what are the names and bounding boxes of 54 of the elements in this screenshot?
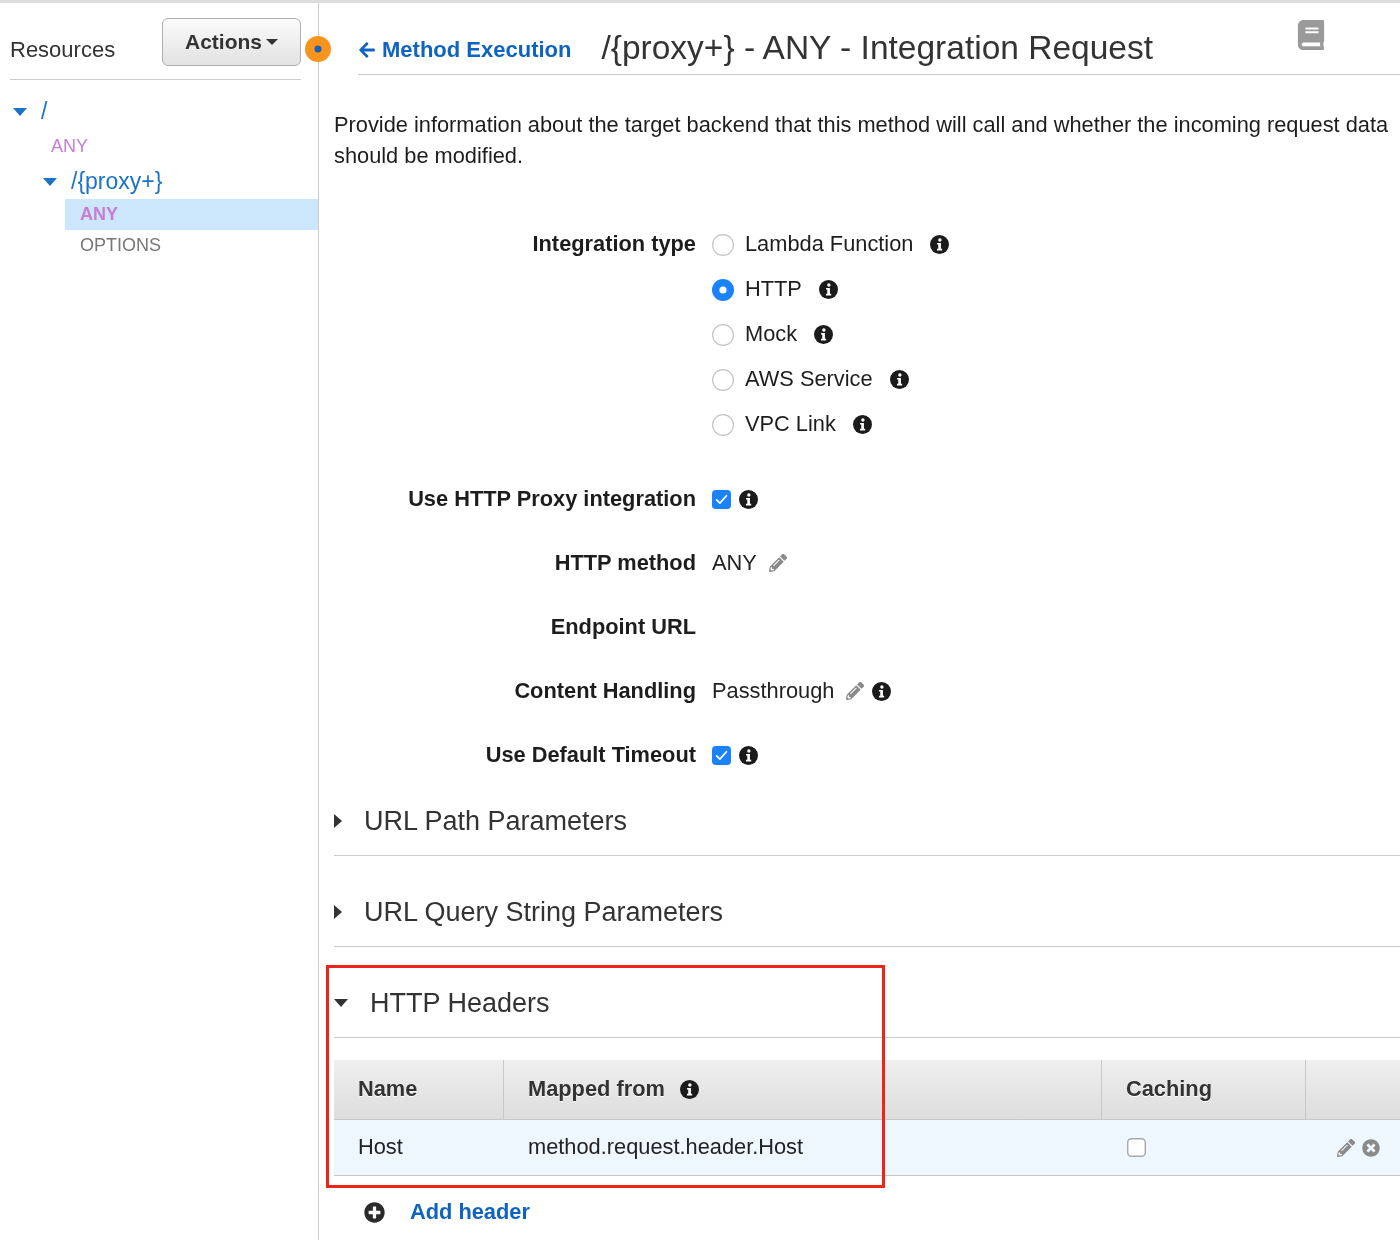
info-icon[interactable]	[930, 235, 950, 254]
radio-button[interactable]	[712, 233, 734, 256]
description-text: Provide information about the target backend that this method will call and whether the incoming request data should be modified.	[334, 111, 1390, 170]
info-icon[interactable]	[889, 370, 909, 389]
field-value: Passthrough	[712, 676, 835, 705]
tree-item[interactable]: /	[13, 98, 48, 125]
method-execution-link[interactable]: Method Execution	[358, 33, 572, 66]
section-header[interactable]: URL Query String Parameters	[334, 878, 1400, 947]
caret-down-icon	[266, 39, 278, 45]
tree-item[interactable]: /{proxy+}	[43, 168, 163, 195]
field-label: Endpoint URL	[550, 612, 696, 641]
info-icon[interactable]	[739, 745, 758, 765]
page-title: /{proxy+} - ANY - Integration Request	[601, 28, 1153, 68]
field-label: Use HTTP Proxy integration	[408, 484, 696, 513]
arrow-left-icon	[358, 40, 376, 59]
info-icon[interactable]	[872, 681, 892, 701]
radio-label[interactable]: VPC Link	[745, 408, 836, 441]
add-header-link[interactable]: Add header	[410, 1195, 530, 1229]
checkbox[interactable]	[1127, 1138, 1146, 1157]
checkbox[interactable]	[712, 745, 731, 765]
radio-button[interactable]	[712, 368, 734, 391]
field-label: Use Default Timeout	[485, 740, 696, 769]
radio-label[interactable]: Mock	[745, 318, 798, 351]
radio-button[interactable]	[712, 278, 734, 301]
dot-marker-icon	[305, 36, 331, 62]
actions-button[interactable]: Actions	[162, 18, 301, 66]
section-header[interactable]: HTTP Headers	[334, 969, 1400, 1038]
pencil-icon[interactable]	[768, 554, 787, 572]
pencil-icon[interactable]	[1337, 1138, 1355, 1157]
column-header: Mapped from	[528, 1075, 665, 1104]
info-icon[interactable]	[852, 415, 872, 434]
column-header: Caching	[1126, 1075, 1212, 1104]
checkbox[interactable]	[712, 489, 731, 509]
info-icon[interactable]	[739, 489, 758, 509]
radio-label[interactable]: AWS Service	[745, 363, 873, 396]
radio-button[interactable]	[712, 323, 734, 346]
field-label: HTTP method	[554, 548, 696, 577]
radio-label[interactable]: Lambda Function	[745, 228, 914, 261]
tree-item[interactable]: OPTIONS	[65, 230, 318, 261]
radio-label[interactable]: HTTP	[745, 273, 802, 306]
book-icon[interactable]	[1296, 20, 1326, 50]
pencil-icon[interactable]	[846, 682, 865, 700]
radio-button[interactable]	[712, 413, 734, 436]
column-header: Name	[358, 1075, 418, 1104]
section-header[interactable]: URL Path Parameters	[334, 787, 1400, 856]
info-icon[interactable]	[818, 280, 838, 299]
field-label: Integration type	[532, 230, 696, 259]
table-cell-text: method.request.header.Host	[528, 1133, 804, 1162]
field-value: ANY	[712, 548, 757, 577]
sidebar-title: Resources	[10, 37, 116, 63]
table-cell-text: Host	[358, 1133, 403, 1162]
info-icon[interactable]	[814, 325, 834, 344]
info-icon[interactable]	[679, 1080, 699, 1099]
field-label: Content Handling	[514, 676, 696, 705]
